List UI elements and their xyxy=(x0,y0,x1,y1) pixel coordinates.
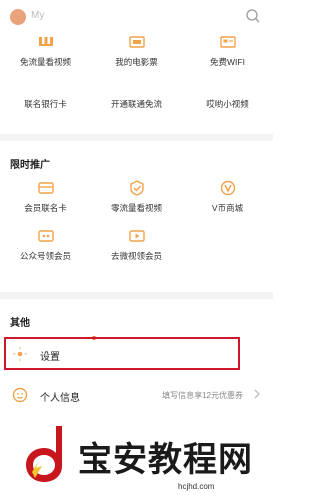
profile-info-row[interactable]: 个人信息 填写信息享12元优惠券 xyxy=(0,378,273,412)
movie-ticket-icon xyxy=(129,36,145,48)
member-card-icon xyxy=(38,182,54,194)
service-label: 开通联通免流 xyxy=(110,99,162,109)
chevron-right-icon xyxy=(254,389,260,399)
other-section-title: 其他 xyxy=(10,318,30,329)
settings-highlight-box xyxy=(4,337,240,370)
service-bank-card[interactable]: 联名银行卡 xyxy=(0,76,91,120)
watermark-text: 宝安教程网 xyxy=(78,440,253,480)
service-label: 免流量看视频 xyxy=(19,57,71,67)
official-account-icon xyxy=(38,230,54,242)
service-free-wifi[interactable]: 免费WIFI xyxy=(182,34,273,78)
section-divider xyxy=(0,292,273,299)
promo-label: V币商城 xyxy=(211,203,244,213)
service-label: 哎哟小视频 xyxy=(206,99,249,109)
bank-card-icon xyxy=(37,76,55,92)
section-divider xyxy=(0,134,273,141)
service-label: 我的电影票 xyxy=(115,57,158,67)
profile-coupon-hint: 填写信息享12元优惠券 xyxy=(162,391,243,400)
promo-section-title: 限时推广 xyxy=(10,160,50,171)
watermark-url: hcjhd.com xyxy=(178,482,215,491)
service-label: 免费WIFI xyxy=(210,57,245,67)
promo-official-account[interactable]: 公众号领会员 xyxy=(0,228,91,272)
service-free-video[interactable]: 免流量看视频 xyxy=(0,34,91,78)
promo-label: 零流量看视频 xyxy=(110,203,162,213)
service-label: 联名银行卡 xyxy=(24,99,67,109)
avatar[interactable] xyxy=(10,9,26,25)
promo-zero-data[interactable]: 零流量看视频 xyxy=(91,180,182,224)
promo-label: 去微视领会员 xyxy=(110,251,162,261)
promo-vcoin-mall[interactable]: V币商城 xyxy=(182,180,273,224)
weishi-icon xyxy=(129,230,145,242)
zero-data-icon xyxy=(130,180,144,196)
short-video-icon xyxy=(219,76,237,92)
promo-weishi[interactable]: 去微视领会员 xyxy=(91,228,182,272)
profile-icon xyxy=(12,387,28,403)
wifi-icon xyxy=(220,36,236,48)
username: My xyxy=(31,10,45,21)
service-unicom-free[interactable]: 开通联通免流 xyxy=(91,76,182,120)
profile-info-label: 个人信息 xyxy=(40,393,80,404)
service-short-video[interactable]: 哎哟小视频 xyxy=(182,76,273,120)
service-movie-ticket[interactable]: 我的电影票 xyxy=(91,34,182,78)
promo-member-card[interactable]: 会员联名卡 xyxy=(0,180,91,224)
unicom-free-icon xyxy=(128,76,146,92)
top-bar: My xyxy=(0,0,273,34)
watermark-logo-icon xyxy=(26,426,62,482)
vcoin-icon xyxy=(220,180,236,196)
promo-label: 公众号领会员 xyxy=(19,251,71,261)
search-icon[interactable] xyxy=(245,8,261,24)
promo-label: 会员联名卡 xyxy=(24,203,67,213)
video-free-icon xyxy=(39,37,53,46)
